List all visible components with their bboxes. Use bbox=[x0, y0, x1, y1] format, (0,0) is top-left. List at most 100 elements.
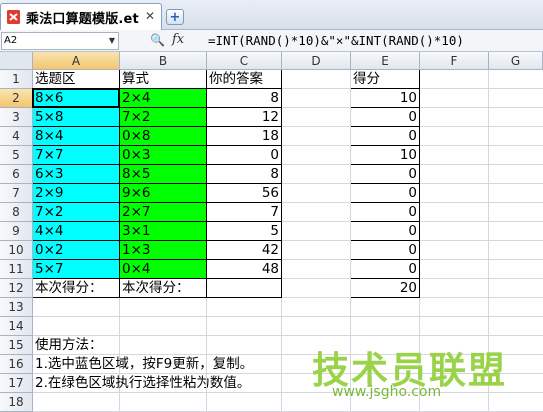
cell-a15[interactable]: 使用方法： bbox=[33, 336, 120, 355]
cell-f7[interactable] bbox=[420, 184, 489, 203]
column-header-d[interactable]: D bbox=[282, 52, 351, 70]
cell-c2[interactable]: 8 bbox=[207, 89, 282, 108]
cell-a8[interactable]: 7×2 bbox=[33, 203, 120, 222]
row-header-13[interactable]: 13 bbox=[0, 298, 33, 317]
cell-c17[interactable] bbox=[207, 374, 282, 393]
close-tab-icon[interactable]: ✕ bbox=[145, 9, 155, 23]
row-header-5[interactable]: 5 bbox=[0, 146, 33, 165]
cell-b13[interactable] bbox=[120, 298, 207, 317]
document-tab[interactable]: 乘法口算题模版.et ✕ bbox=[0, 3, 162, 30]
name-box[interactable]: A2 ▼ bbox=[1, 32, 119, 50]
cell-a16[interactable]: 1.选中蓝色区域，按F9更新，复制。 bbox=[33, 355, 253, 374]
cell-c14[interactable] bbox=[207, 317, 282, 336]
row-header-18[interactable]: 18 bbox=[0, 393, 33, 412]
cell-a1[interactable]: 选题区 bbox=[33, 70, 120, 89]
cell-e13[interactable] bbox=[351, 298, 420, 317]
cell-d10[interactable] bbox=[282, 241, 351, 260]
column-header-e[interactable]: E bbox=[351, 52, 420, 70]
cell-c13[interactable] bbox=[207, 298, 282, 317]
cell-g7[interactable] bbox=[489, 184, 543, 203]
cell-d7[interactable] bbox=[282, 184, 351, 203]
cell-a14[interactable] bbox=[33, 317, 120, 336]
row-header-8[interactable]: 8 bbox=[0, 203, 33, 222]
row-header-11[interactable]: 11 bbox=[0, 260, 33, 279]
cell-d9[interactable] bbox=[282, 222, 351, 241]
row-header-7[interactable]: 7 bbox=[0, 184, 33, 203]
chevron-down-icon[interactable]: ▼ bbox=[106, 33, 118, 49]
cell-e9[interactable]: 0 bbox=[351, 222, 420, 241]
row-header-2[interactable]: 2 bbox=[0, 89, 33, 108]
cell-c16[interactable] bbox=[207, 355, 282, 374]
select-all-corner[interactable] bbox=[0, 52, 33, 70]
column-header-b[interactable]: B bbox=[120, 52, 207, 70]
cell-g2[interactable] bbox=[489, 89, 543, 108]
cell-f1[interactable] bbox=[420, 70, 489, 89]
cell-d12[interactable] bbox=[282, 279, 351, 298]
cell-g10[interactable] bbox=[489, 241, 543, 260]
column-header-g[interactable]: G bbox=[489, 52, 543, 70]
cell-d4[interactable] bbox=[282, 127, 351, 146]
cell-b9[interactable]: 3×1 bbox=[120, 222, 207, 241]
cell-a3[interactable]: 5×8 bbox=[33, 108, 120, 127]
cell-f14[interactable] bbox=[420, 317, 489, 336]
cell-c6[interactable]: 8 bbox=[207, 165, 282, 184]
cell-g1[interactable] bbox=[489, 70, 543, 89]
column-header-a[interactable]: A bbox=[33, 52, 120, 70]
insert-function-button[interactable]: fx bbox=[172, 32, 184, 47]
cell-g9[interactable] bbox=[489, 222, 543, 241]
cell-c18[interactable] bbox=[207, 393, 282, 412]
cell-b10[interactable]: 1×3 bbox=[120, 241, 207, 260]
row-header-3[interactable]: 3 bbox=[0, 108, 33, 127]
row-header-6[interactable]: 6 bbox=[0, 165, 33, 184]
row-header-1[interactable]: 1 bbox=[0, 70, 33, 89]
cell-b1[interactable]: 算式 bbox=[120, 70, 207, 89]
new-tab-button[interactable]: + bbox=[166, 9, 184, 25]
cell-e11[interactable]: 0 bbox=[351, 260, 420, 279]
cell-f11[interactable] bbox=[420, 260, 489, 279]
row-header-4[interactable]: 4 bbox=[0, 127, 33, 146]
cell-b11[interactable]: 0×4 bbox=[120, 260, 207, 279]
cell-g11[interactable] bbox=[489, 260, 543, 279]
cell-e6[interactable]: 0 bbox=[351, 165, 420, 184]
cell-b18[interactable] bbox=[120, 393, 207, 412]
cell-e12[interactable]: 20 bbox=[351, 279, 420, 298]
cell-d2[interactable] bbox=[282, 89, 351, 108]
cell-b3[interactable]: 7×2 bbox=[120, 108, 207, 127]
cell-g14[interactable] bbox=[489, 317, 543, 336]
cell-e7[interactable]: 0 bbox=[351, 184, 420, 203]
cell-g13[interactable] bbox=[489, 298, 543, 317]
cell-e4[interactable]: 0 bbox=[351, 127, 420, 146]
cell-a6[interactable]: 6×3 bbox=[33, 165, 120, 184]
cell-b6[interactable]: 8×5 bbox=[120, 165, 207, 184]
cell-c10[interactable]: 42 bbox=[207, 241, 282, 260]
cell-f12[interactable] bbox=[420, 279, 489, 298]
row-header-9[interactable]: 9 bbox=[0, 222, 33, 241]
cell-g5[interactable] bbox=[489, 146, 543, 165]
cell-c5[interactable]: 0 bbox=[207, 146, 282, 165]
cell-g8[interactable] bbox=[489, 203, 543, 222]
cell-b17[interactable] bbox=[120, 374, 207, 393]
cell-d13[interactable] bbox=[282, 298, 351, 317]
row-header-16[interactable]: 16 bbox=[0, 355, 33, 374]
cell-f8[interactable] bbox=[420, 203, 489, 222]
column-header-c[interactable]: C bbox=[207, 52, 282, 70]
cell-f6[interactable] bbox=[420, 165, 489, 184]
row-header-12[interactable]: 12 bbox=[0, 279, 33, 298]
cell-g3[interactable] bbox=[489, 108, 543, 127]
cell-b2[interactable]: 2×4 bbox=[120, 89, 207, 108]
cell-b16[interactable] bbox=[120, 355, 207, 374]
cell-a4[interactable]: 8×4 bbox=[33, 127, 120, 146]
cell-d1[interactable] bbox=[282, 70, 351, 89]
row-header-10[interactable]: 10 bbox=[0, 241, 33, 260]
cell-a9[interactable]: 4×4 bbox=[33, 222, 120, 241]
cell-d5[interactable] bbox=[282, 146, 351, 165]
cell-b15[interactable] bbox=[120, 336, 207, 355]
cell-a10[interactable]: 0×2 bbox=[33, 241, 120, 260]
row-header-15[interactable]: 15 bbox=[0, 336, 33, 355]
cell-c11[interactable]: 48 bbox=[207, 260, 282, 279]
formula-input[interactable]: =INT(RAND()*10)&"×"&INT(RAND()*10) bbox=[208, 33, 464, 48]
cell-f9[interactable] bbox=[420, 222, 489, 241]
cell-b5[interactable]: 0×3 bbox=[120, 146, 207, 165]
cell-d11[interactable] bbox=[282, 260, 351, 279]
cell-g4[interactable] bbox=[489, 127, 543, 146]
